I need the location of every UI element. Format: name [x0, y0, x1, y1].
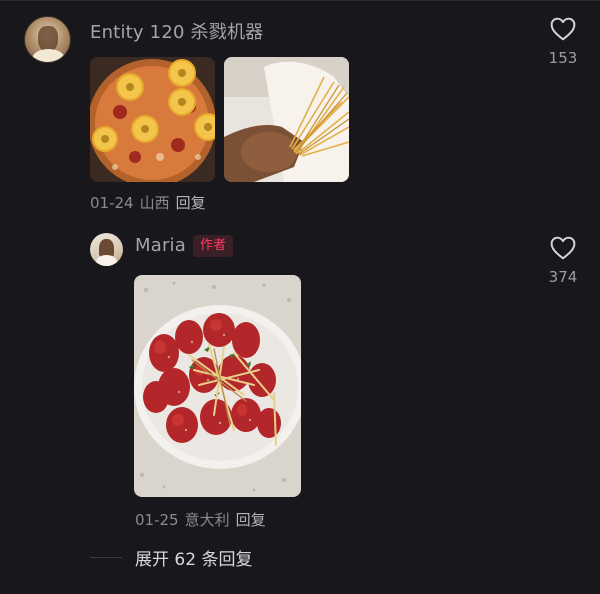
strawberry-photo[interactable] — [134, 275, 301, 497]
strawberry-image — [134, 275, 301, 497]
reply-location: 意大利 — [184, 511, 230, 529]
like-count: 153 — [548, 49, 578, 67]
comment-thread: Entity 120 杀戮机器 153 01-24 山西 回复 Maria 作者… — [0, 0, 600, 594]
comment-date: 01-24 — [90, 194, 134, 212]
heart-outline-icon — [550, 17, 576, 41]
comment-meta: 01-24 山西 回复 — [90, 192, 206, 213]
heart-outline-icon — [550, 236, 576, 260]
pizza-image — [90, 57, 215, 182]
author-badge: 作者 — [193, 235, 234, 257]
reply-username[interactable]: Maria — [135, 235, 186, 256]
reply-button[interactable]: 回复 — [176, 194, 206, 212]
expand-replies-button[interactable]: 展开 62 条回复 — [135, 545, 252, 570]
like-count: 374 — [548, 268, 578, 286]
pizza-photo[interactable] — [90, 57, 215, 182]
like-button[interactable]: 374 — [533, 236, 593, 286]
pasta-image — [224, 57, 349, 182]
avatar[interactable] — [90, 233, 123, 266]
comment-location: 山西 — [139, 194, 170, 212]
like-button[interactable]: 153 — [533, 17, 593, 67]
comment-username[interactable]: Entity 120 杀戮机器 — [90, 18, 263, 44]
expand-divider — [90, 557, 122, 558]
reply-meta: 01-25 意大利 回复 — [135, 509, 266, 530]
reply-date: 01-25 — [135, 511, 179, 529]
avatar[interactable] — [24, 16, 71, 63]
reply-button[interactable]: 回复 — [236, 511, 266, 529]
pasta-photo[interactable] — [224, 57, 349, 182]
